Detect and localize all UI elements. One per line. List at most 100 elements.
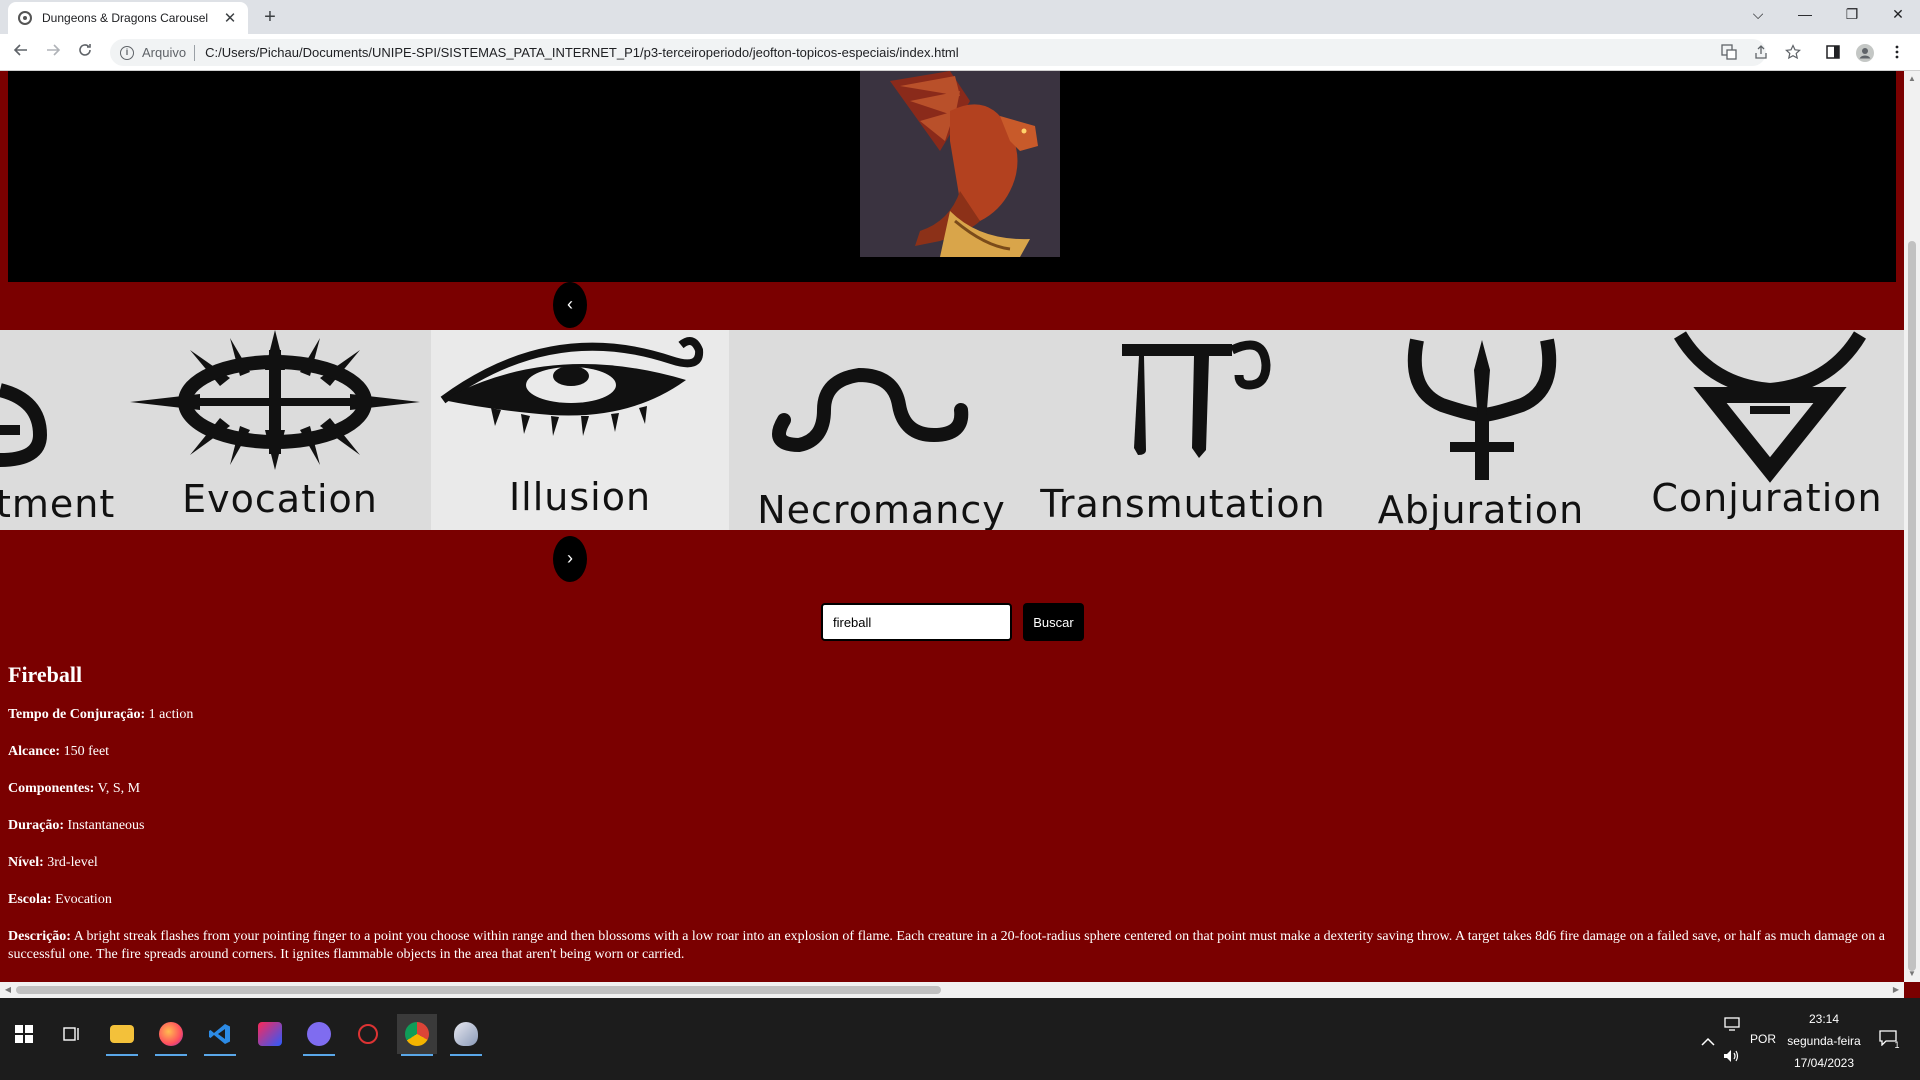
spell-field-duration: Duração: Instantaneous (8, 817, 1898, 835)
paint-app[interactable] (446, 1014, 486, 1056)
running-indicator (155, 1054, 187, 1056)
paint-icon (454, 1022, 478, 1046)
forward-arrow-icon (47, 44, 61, 56)
school-label: Necromancy (757, 488, 1006, 530)
side-panel-icon[interactable] (1824, 44, 1842, 62)
school-label: Transmutation (1040, 482, 1326, 526)
horizontal-scrollbar[interactable]: ◀ ▶ (0, 982, 1904, 998)
share-icon[interactable] (1752, 44, 1770, 62)
running-indicator (401, 1054, 433, 1056)
kebab-menu-icon[interactable] (1888, 44, 1906, 62)
close-window-button[interactable]: ✕ (1878, 4, 1918, 24)
profile-avatar-icon[interactable] (1856, 44, 1874, 62)
school-carousel[interactable]: tment Evocation Illusion Necromancy Tran… (0, 330, 1904, 530)
vertical-scroll-thumb[interactable] (1908, 241, 1916, 971)
search-input[interactable] (821, 603, 1012, 641)
field-value: 1 action (148, 707, 194, 722)
intellij-icon (258, 1022, 282, 1046)
bookmark-star-icon[interactable] (1784, 44, 1802, 62)
field-value: 150 feet (63, 744, 110, 759)
back-button[interactable] (10, 42, 32, 64)
spell-field-description: Descrição: A bright streak flashes from … (8, 928, 1898, 964)
field-value: Evocation (55, 892, 112, 907)
info-icon[interactable]: i (120, 45, 134, 60)
school-label: Conjuration (1651, 476, 1883, 520)
clock-time[interactable]: 23:14 (1780, 1012, 1868, 1026)
reload-button[interactable] (74, 42, 96, 64)
school-card-transmutation[interactable]: Transmutation (1034, 330, 1332, 530)
scroll-down-arrow-icon[interactable]: ▼ (1904, 966, 1920, 982)
spell-details: Fireball Tempo de Conjuração: 1 action A… (8, 662, 1898, 982)
tab-strip: Dungeons & Dragons Carousel ✕ + ⌵ — ❐ ✕ (0, 0, 1920, 34)
discord-app[interactable] (299, 1014, 339, 1056)
field-label: Tempo de Conjuração: (8, 707, 146, 722)
carousel-next-button[interactable]: › (553, 536, 587, 582)
field-value: A bright streak flashes from your pointi… (8, 929, 1886, 962)
spell-field-school: Escola: Evocation (8, 891, 1898, 909)
browser-chrome: Dungeons & Dragons Carousel ✕ + ⌵ — ❐ ✕ … (0, 0, 1920, 71)
school-label: Illusion (508, 475, 652, 519)
vscode-app[interactable] (200, 1014, 240, 1056)
chrome-icon (405, 1022, 429, 1046)
vertical-scrollbar[interactable]: ▲ ▼ (1904, 71, 1920, 982)
clock-day[interactable]: segunda-feira (1780, 1034, 1868, 1048)
notification-center-button[interactable]: 1 (1868, 1018, 1908, 1058)
search-form: Buscar (821, 603, 1084, 641)
field-label: Duração: (8, 818, 64, 833)
horizontal-scroll-thumb[interactable] (16, 986, 941, 994)
url-text[interactable]: C:/Users/Pichau/Documents/UNIPE-SPI/SIST… (205, 45, 959, 60)
school-label: Evocation (182, 477, 378, 521)
task-view-icon (63, 1027, 79, 1041)
security-label: Arquivo (142, 45, 187, 60)
scroll-left-arrow-icon[interactable]: ◀ (0, 982, 16, 998)
dragon-image (860, 71, 1060, 257)
school-card-enchantment[interactable]: tment (0, 330, 130, 530)
address-bar[interactable]: i Arquivo C:/Users/Pichau/Documents/UNIP… (110, 39, 1766, 66)
language-indicator[interactable]: POR (1748, 1032, 1778, 1046)
restore-button[interactable]: ❐ (1832, 4, 1872, 24)
tab-search-button[interactable]: ⌵ (1738, 4, 1778, 24)
minimize-button[interactable]: — (1785, 4, 1825, 24)
clock-date[interactable]: 17/04/2023 (1780, 1056, 1868, 1070)
start-button[interactable] (4, 1014, 44, 1054)
tab-title: Dungeons & Dragons Carousel (42, 11, 209, 25)
search-button[interactable]: Buscar (1023, 603, 1084, 641)
school-card-conjuration[interactable]: Conjuration (1630, 330, 1904, 530)
game-app[interactable] (348, 1014, 388, 1054)
field-label: Descrição: (8, 929, 71, 944)
volume-icon[interactable] (1712, 1036, 1752, 1076)
divider (194, 44, 196, 61)
field-value: 3rd-level (47, 855, 98, 870)
field-value: Instantaneous (67, 818, 145, 833)
school-label: tment (0, 482, 116, 526)
running-indicator (204, 1054, 236, 1056)
intellij-app[interactable] (250, 1014, 290, 1054)
firefox-app[interactable] (151, 1014, 191, 1056)
forward-button[interactable] (42, 42, 64, 64)
school-card-evocation[interactable]: Evocation (130, 330, 430, 530)
folder-icon (110, 1025, 134, 1043)
field-value: V, S, M (97, 781, 141, 796)
chrome-app[interactable] (397, 1014, 437, 1056)
carousel-prev-button[interactable]: ‹ (553, 282, 587, 328)
discord-icon (307, 1022, 331, 1046)
school-card-illusion[interactable]: Illusion (431, 330, 729, 530)
spell-field-casting-time: Tempo de Conjuração: 1 action (8, 706, 1898, 724)
task-view-button[interactable] (52, 1014, 92, 1054)
school-card-necromancy[interactable]: Necromancy (729, 330, 1034, 530)
spell-field-range: Alcance: 150 feet (8, 743, 1898, 761)
scroll-right-arrow-icon[interactable]: ▶ (1888, 982, 1904, 998)
tab-close-button[interactable]: ✕ (222, 9, 238, 27)
file-explorer-app[interactable] (102, 1014, 142, 1056)
scroll-up-arrow-icon[interactable]: ▲ (1904, 71, 1920, 87)
school-label: Abjuration (1377, 488, 1585, 530)
hero-banner (8, 71, 1896, 282)
field-label: Componentes: (8, 781, 95, 796)
spell-field-level: Nível: 3rd-level (8, 854, 1898, 872)
new-tab-button[interactable]: + (258, 6, 282, 30)
browser-tab[interactable]: Dungeons & Dragons Carousel ✕ (8, 2, 248, 34)
school-card-abjuration[interactable]: Abjuration (1332, 330, 1630, 530)
field-label: Alcance: (8, 744, 61, 759)
back-arrow-icon (13, 44, 27, 56)
translate-icon[interactable] (1720, 44, 1738, 62)
